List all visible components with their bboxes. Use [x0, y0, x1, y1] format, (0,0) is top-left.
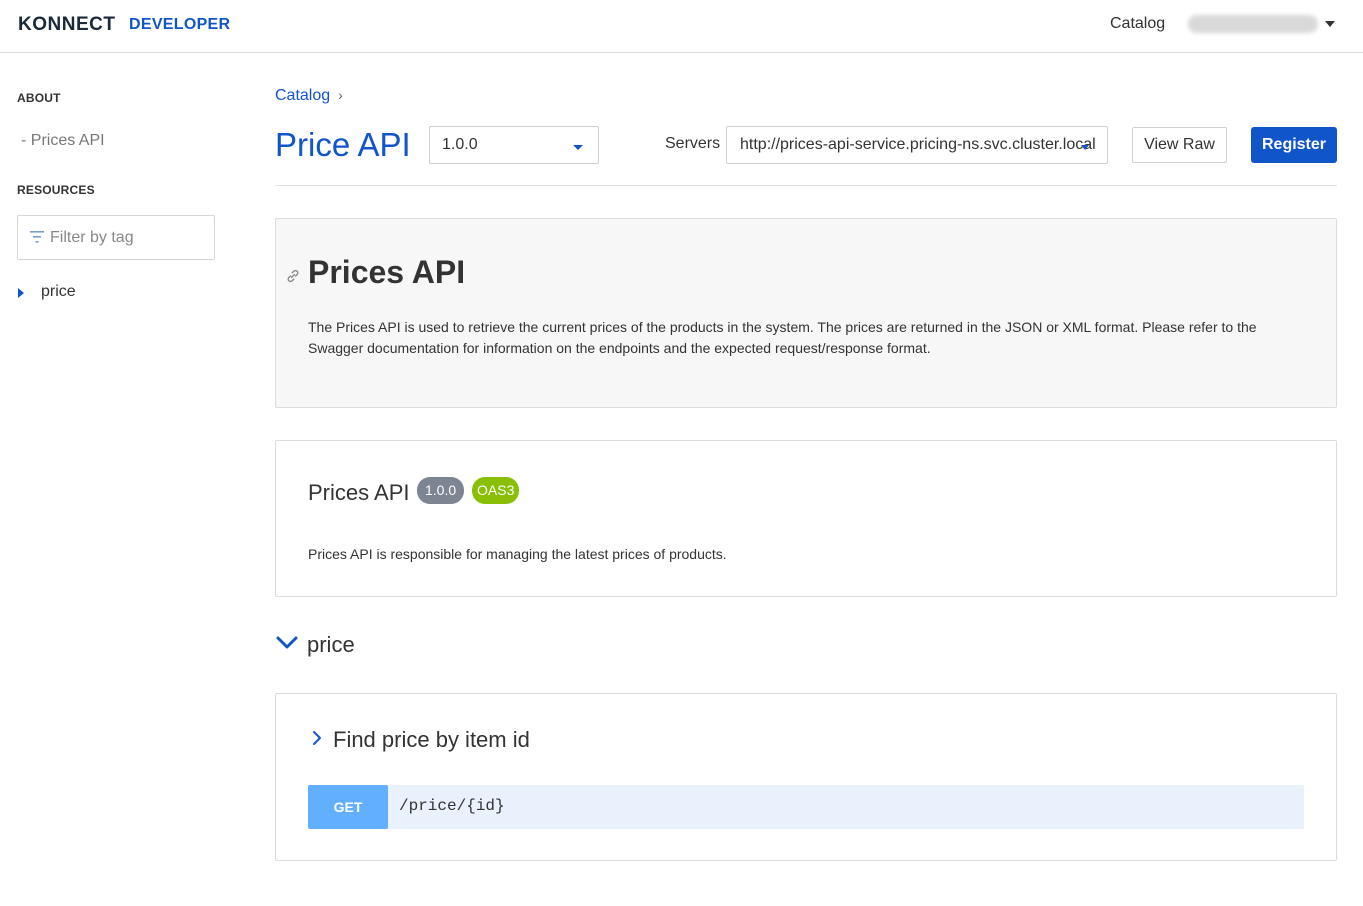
- caret-right-icon: [18, 288, 24, 298]
- operation-path: /price/{id}: [399, 797, 505, 815]
- page-title: Price API: [275, 126, 411, 163]
- oas-badge: OAS3: [472, 477, 520, 504]
- sidebar-resources-heading: RESOURCES: [17, 183, 95, 197]
- nav-catalog-link[interactable]: Catalog: [1110, 15, 1165, 33]
- top-navbar: KONNECT DEVELOPER Catalog: [0, 0, 1363, 53]
- servers-select[interactable]: http://prices-api-service.pricing-ns.svc…: [726, 126, 1108, 164]
- filter-icon: [30, 231, 44, 243]
- user-menu-caret-icon[interactable]: [1325, 21, 1335, 27]
- logo-developer[interactable]: DEVELOPER: [129, 16, 230, 34]
- tag-section-price[interactable]: price: [275, 628, 575, 662]
- about-description: The Prices API is used to retrieve the c…: [308, 319, 1257, 356]
- api-info-title: Prices API: [308, 480, 410, 505]
- servers-select-value: http://prices-api-service.pricing-ns.svc…: [740, 136, 1096, 153]
- chevron-right-icon[interactable]: [312, 730, 322, 746]
- version-select[interactable]: 1.0.0: [429, 126, 599, 164]
- breadcrumb-catalog-link[interactable]: Catalog: [275, 87, 330, 104]
- version-select-value: 1.0.0: [442, 136, 478, 153]
- servers-label: Servers: [665, 135, 721, 152]
- logo-konnect[interactable]: KONNECT: [18, 14, 115, 36]
- about-title: Prices API: [308, 254, 466, 290]
- api-info-description: Prices API is responsible for managing t…: [308, 546, 727, 562]
- sidebar-about-heading: ABOUT: [17, 91, 61, 105]
- operation-title[interactable]: Find price by item id: [333, 727, 530, 753]
- sidebar-about-item-prices-api[interactable]: - Prices API: [21, 132, 105, 150]
- filter-by-tag-box: [17, 215, 215, 260]
- sidebar-tag-label: price: [41, 283, 76, 300]
- chevron-down-icon: [276, 636, 298, 649]
- breadcrumb: Catalog ›: [275, 87, 343, 105]
- header-divider: [275, 185, 1337, 186]
- about-card: Prices API The Prices API is used to ret…: [275, 218, 1337, 408]
- http-method-badge: GET: [308, 785, 388, 829]
- view-raw-button[interactable]: View Raw: [1132, 127, 1227, 163]
- link-icon[interactable]: [286, 269, 300, 283]
- chevron-down-icon: [573, 145, 583, 150]
- filter-by-tag-input[interactable]: [50, 227, 200, 249]
- user-menu-redacted[interactable]: [1188, 15, 1318, 33]
- operation-row[interactable]: GET /price/{id}: [308, 785, 1304, 829]
- api-info-card: Prices API 1.0.0 OAS3 Prices API is resp…: [275, 440, 1337, 597]
- breadcrumb-separator: ›: [338, 87, 343, 103]
- chevron-down-icon: [1081, 145, 1089, 150]
- register-button[interactable]: Register: [1251, 127, 1337, 163]
- version-badge: 1.0.0: [417, 477, 465, 504]
- tag-section-label: price: [307, 632, 355, 657]
- operation-card: Find price by item id GET /price/{id}: [275, 693, 1337, 861]
